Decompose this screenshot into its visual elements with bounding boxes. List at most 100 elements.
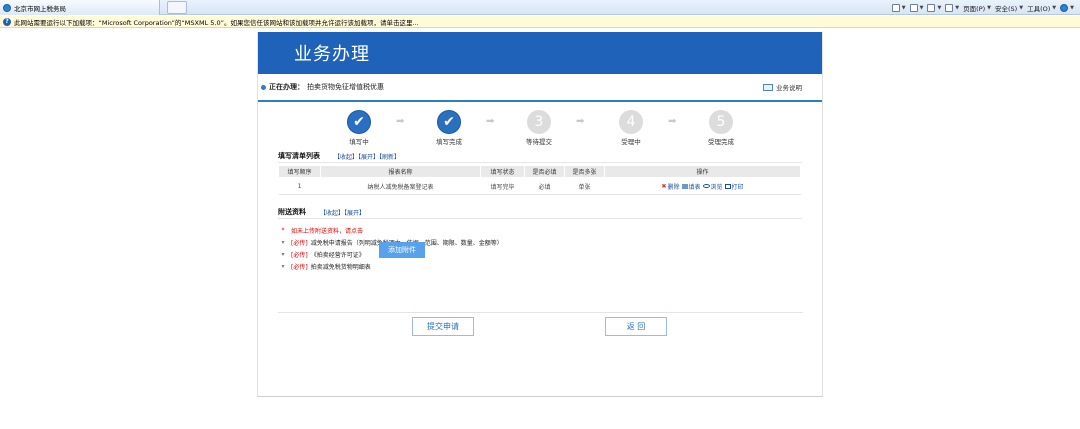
cell-order: 1 <box>278 177 321 195</box>
step-label: 受理中 <box>621 138 641 146</box>
safety-menu-label: 安全(S) <box>995 4 1018 13</box>
fill-label: 填表 <box>688 183 701 191</box>
help-menu[interactable]: ▼ <box>1060 3 1074 12</box>
fill-list-toggle-links[interactable]: 【收起】【展开】【刷新】 <box>334 152 400 161</box>
print-label: 打印 <box>731 183 744 191</box>
print-button[interactable]: 打印 <box>724 182 744 191</box>
page-menu-label: 页面(P) <box>963 4 986 13</box>
fill-list-table: 填写顺序 报表名称 填写状态 是否必填 是否多张 操作 1 纳税人减免税备案登记… <box>278 165 801 195</box>
attachments-section: 附送资料 【收起】【展开】 <box>278 206 802 219</box>
chevron-down-icon: ▼ <box>1052 4 1057 11</box>
step-number: 4 <box>619 110 643 134</box>
fill-form-button[interactable]: 填表 <box>681 182 701 191</box>
mail-menu[interactable]: ▼ <box>927 3 941 12</box>
cell-status: 填写完毕 <box>480 177 525 195</box>
chevron-down-icon: ▼ <box>1070 4 1074 11</box>
attachments-toggle-links[interactable]: 【收起】【展开】 <box>320 208 365 217</box>
table-row: 1 纳税人减免税备案登记表 填写完毕 必填 单张 ✖ 删除 填表 浏览 打印 <box>278 177 801 195</box>
upload-notice-text: 如未上传附送资料，请点击 <box>291 227 364 235</box>
cell-ops: ✖ 删除 填表 浏览 打印 <box>604 177 801 195</box>
info-icon: ? <box>3 17 11 26</box>
current-value: 拍卖货物免征增值税优惠 <box>307 83 384 91</box>
required-tag: [必传] <box>291 263 308 271</box>
arrow-right-icon: ➡ <box>668 116 677 127</box>
asterisk-icon: * <box>281 226 285 234</box>
column-header: 操作 <box>604 165 801 178</box>
add-attachment-button[interactable]: 添加附件 <box>379 242 425 258</box>
home-menu[interactable]: ▼ <box>891 3 906 12</box>
step-5: 5 受理完成 <box>696 110 746 146</box>
chevron-down-icon[interactable]: ▾ <box>278 239 288 246</box>
print-icon <box>945 3 954 12</box>
delete-label: 删除 <box>667 183 680 191</box>
safety-menu[interactable]: 安全(S) ▼ <box>995 3 1023 13</box>
chevron-down-icon: ▼ <box>919 4 924 11</box>
bullet-icon <box>261 84 266 90</box>
submit-button[interactable]: 提交申请 <box>412 317 474 336</box>
help-icon <box>1060 3 1069 12</box>
help-link-label: 业务说明 <box>776 84 802 92</box>
attachment-name: 《拍卖经营许可证》 <box>310 251 365 259</box>
column-header: 报表名称 <box>320 165 481 178</box>
chevron-down-icon: ▼ <box>901 4 906 11</box>
column-header: 填写顺序 <box>278 165 321 178</box>
feeds-menu[interactable]: ▼ <box>909 3 924 12</box>
step-label: 受理完成 <box>708 138 734 146</box>
upload-notice: * 如未上传附送资料，请点击 <box>278 224 802 236</box>
step-label: 等待提交 <box>526 138 552 146</box>
print-menu[interactable]: ▼ <box>945 3 960 12</box>
pencil-icon <box>681 183 688 189</box>
arrow-right-icon: ➡ <box>396 116 405 127</box>
new-tab-button[interactable] <box>167 1 187 14</box>
information-bar[interactable]: ? 此网站需要运行以下加载项：“Microsoft Corporation”的“… <box>0 16 1080 28</box>
chevron-down-icon[interactable]: ▾ <box>278 251 288 258</box>
page-container: 业务办理 正在办理： 拍卖货物免征增值税优惠 业务说明 ✔ 填写中 ➡ ✔ 填写… <box>257 32 823 397</box>
eye-icon <box>702 184 710 188</box>
mail-icon <box>927 3 936 12</box>
step-label: 填写完成 <box>436 138 462 146</box>
step-3: 3 等待提交 <box>514 110 564 146</box>
fill-list-section: 填写清单列表 【收起】【展开】【刷新】 填写顺序 报表名称 填写状态 是否必填 … <box>278 150 802 195</box>
tab-title: 北京市网上税务局 <box>14 4 66 13</box>
column-header: 是否必填 <box>524 165 565 178</box>
home-icon <box>891 3 900 12</box>
current-business-bar: 正在办理： 拍卖货物免征增值税优惠 业务说明 <box>258 74 822 102</box>
attachments-title: 附送资料 <box>278 208 306 216</box>
browser-toolbar: 北京市网上税务局 ▼ ▼ ▼ ▼ 页面(P) ▼ 安全(S) ▼ 工具(O) ▼ ▼ <box>0 0 1080 15</box>
view-label: 浏览 <box>710 183 723 191</box>
view-button[interactable]: 浏览 <box>702 182 723 191</box>
current-label: 正在办理： <box>269 83 304 91</box>
page-title: 业务办理 <box>294 44 370 65</box>
page-menu[interactable]: 页面(P) ▼ <box>963 3 991 13</box>
attachments-list: * 如未上传附送资料，请点击 ▾ [必传] 减免税申请报告（列明减免税理由、依据… <box>278 224 802 272</box>
chevron-down-icon: ▼ <box>987 4 992 11</box>
arrow-right-icon: ➡ <box>576 116 585 127</box>
attachment-item: ▾ [必传] 拍卖减免税货物明细表 <box>278 260 802 272</box>
step-1: ✔ 填写中 <box>334 110 384 146</box>
book-icon <box>763 83 773 91</box>
required-tag: [必传] <box>291 251 308 259</box>
delete-button[interactable]: ✖ 删除 <box>661 182 679 191</box>
printer-icon <box>724 183 731 189</box>
cell-required: 必填 <box>524 177 565 195</box>
attachment-item: ▾ [必传] 《拍卖经营许可证》 <box>278 248 802 260</box>
fill-list-title: 填写清单列表 <box>278 152 320 160</box>
column-header: 是否多张 <box>564 165 605 178</box>
cell-multi: 单张 <box>564 177 605 195</box>
back-button[interactable]: 返 回 <box>605 317 667 336</box>
step-4: 4 受理中 <box>606 110 656 146</box>
ie-favicon-icon <box>3 3 11 12</box>
divider <box>278 312 803 313</box>
help-link[interactable]: 业务说明 <box>763 82 802 92</box>
chevron-down-icon: ▼ <box>1019 4 1024 11</box>
attachment-item: ▾ [必传] 减免税申请报告（列明减免税理由、依据、范围、期限、数量、金额等） <box>278 236 802 248</box>
chevron-down-icon: ▼ <box>955 4 960 11</box>
cell-name: 纳税人减免税备案登记表 <box>320 177 481 195</box>
step-number: 5 <box>709 110 733 134</box>
tools-menu[interactable]: 工具(O) ▼ <box>1027 3 1056 13</box>
chevron-down-icon[interactable]: ▾ <box>278 263 288 270</box>
step-2: ✔ 填写完成 <box>424 110 474 146</box>
browser-tab[interactable]: 北京市网上税务局 <box>0 0 160 15</box>
feeds-icon <box>909 3 918 12</box>
command-bar: ▼ ▼ ▼ ▼ 页面(P) ▼ 安全(S) ▼ 工具(O) ▼ ▼ <box>891 0 1074 15</box>
